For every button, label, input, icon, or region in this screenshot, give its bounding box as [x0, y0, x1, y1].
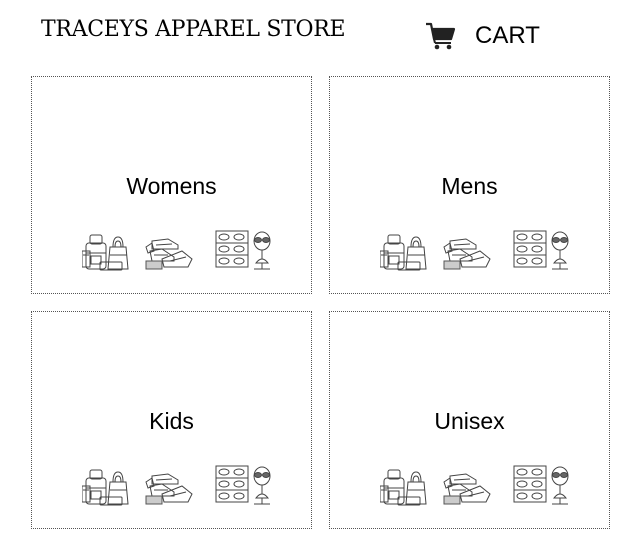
category-card-mens[interactable]: Mens [329, 76, 610, 294]
apparel-line-art-icon [82, 229, 272, 273]
apparel-line-art-icon [380, 464, 570, 508]
category-label[interactable]: Unisex [330, 408, 609, 435]
category-grid: Womens Mens Kids Unisex [31, 76, 611, 532]
apparel-line-art-icon [380, 229, 570, 273]
category-card-womens[interactable]: Womens [31, 76, 312, 294]
category-label[interactable]: Mens [330, 173, 609, 200]
site-header: TRACEYS APPAREL STORE CART [0, 0, 640, 70]
category-card-kids[interactable]: Kids [31, 311, 312, 529]
category-label[interactable]: Kids [32, 408, 311, 435]
store-title[interactable]: TRACEYS APPAREL STORE [41, 17, 346, 42]
cart-link[interactable]: CART [425, 22, 540, 50]
apparel-line-art-icon [82, 464, 272, 508]
cart-label[interactable]: CART [475, 22, 540, 50]
shopping-cart-icon[interactable] [425, 22, 456, 50]
category-card-unisex[interactable]: Unisex [329, 311, 610, 529]
category-label[interactable]: Womens [32, 173, 311, 200]
